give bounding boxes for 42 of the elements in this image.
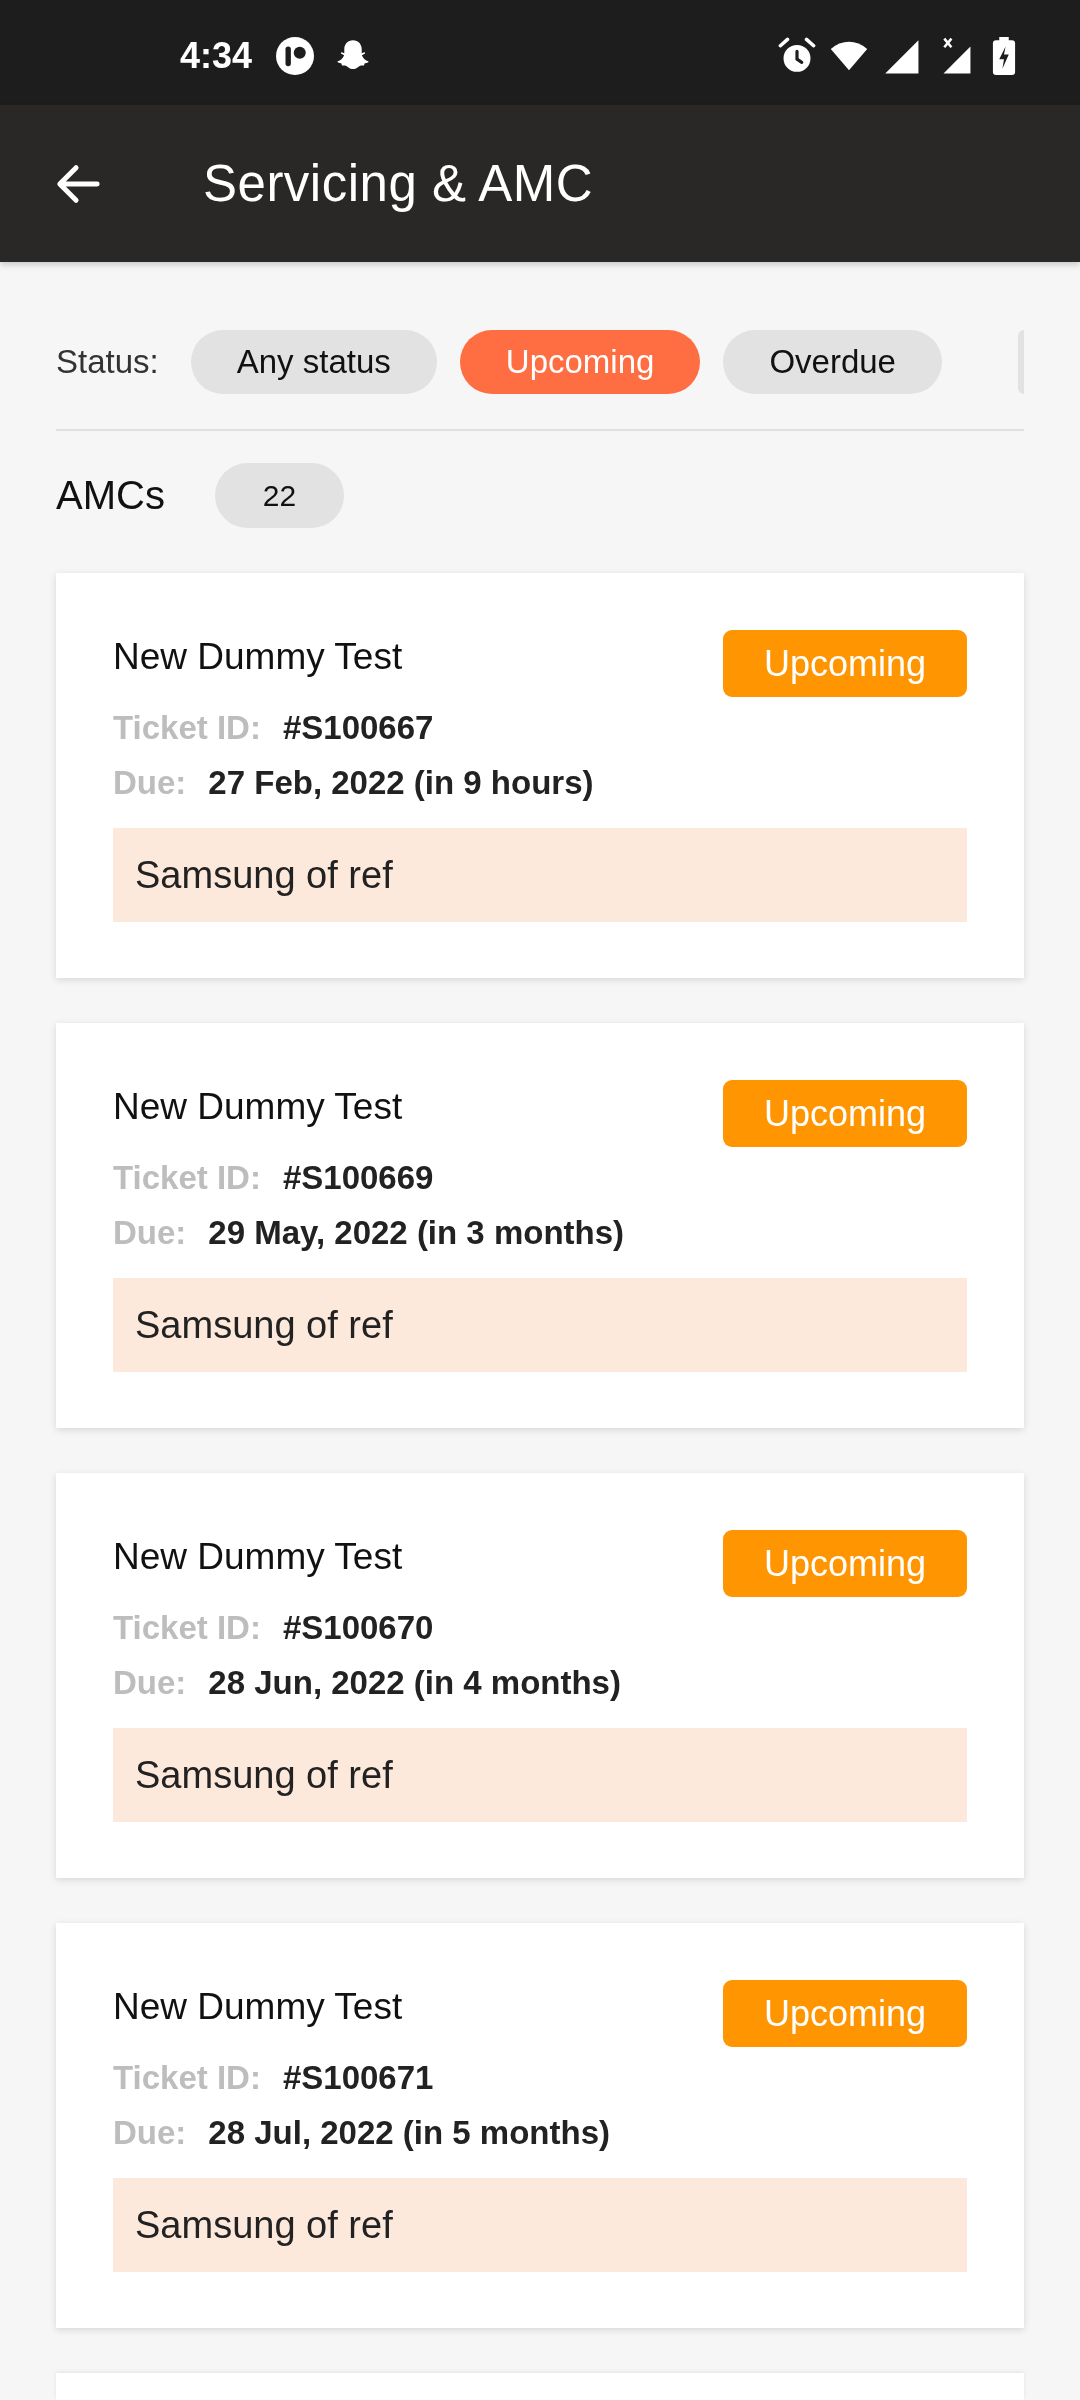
ticket-id-label: Ticket ID: [113,708,261,747]
status-badge: Upcoming [723,1980,967,2047]
count-pill: 22 [214,463,344,528]
card-title: New Dummy Test [113,1986,403,2028]
note-text: Samsung of ref [135,853,393,897]
ticket-id-value: #S100670 [282,1608,434,1647]
amc-card[interactable]: New Dummy Test Upcoming Ticket ID: #S100667 Due: 27 Feb, 2022 (in 9 hours) Samsung of ref [56,573,1024,978]
due-date-value: 28 Jul, 2022 (in 5 months) [208,2113,610,2152]
note-text: Samsung of ref [135,1753,393,1797]
clock-time: 4:34 [180,34,253,77]
card-title: New Dummy Test [113,636,403,678]
due-label: Due: [113,1663,187,1702]
ticket-id-value: #S100667 [282,708,434,747]
due-label: Due: [113,2113,187,2152]
status-filter-chip[interactable]: Any status [190,330,437,394]
ticket-id-label: Ticket ID: [113,1158,261,1197]
ticket-id-label: Ticket ID: [113,2058,261,2097]
circle-logo-icon [276,36,315,75]
due-label: Due: [113,1213,187,1252]
amc-card[interactable]: New Dummy Test Upcoming Ticket ID: #S100670 Due: 28 Jun, 2022 (in 4 months) Samsung of ref [56,1473,1024,1878]
section-title: AMCs [56,473,165,518]
due-label: Due: [113,763,187,802]
ticket-id-value: #S100671 [282,2058,434,2097]
card-title: New Dummy Test [113,1536,403,1578]
ticket-id-label: Ticket ID: [113,1608,261,1647]
status-filter-chip[interactable]: Overdue [723,330,942,394]
due-date-value: 27 Feb, 2022 (in 9 hours) [208,763,594,802]
status-badge: Upcoming [723,1530,967,1597]
screen-title: Servicing & AMC [203,154,594,213]
due-date-value: 29 May, 2022 (in 3 months) [208,1213,625,1252]
alarm-clock-icon [778,36,816,75]
note-text: Samsung of ref [135,2203,393,2247]
status-badge: Upcoming [723,630,967,697]
battery-charging-icon [992,36,1016,75]
amc-card[interactable]: New Dummy Test Upcoming Ticket ID: #S100671 Due: 28 Jul, 2022 (in 5 months) Samsung of ref [56,1923,1024,2328]
status-badge: Upcoming [723,1080,967,1147]
status-filter-label: Status: [56,343,159,381]
ticket-id-value: #S100669 [282,1158,434,1197]
amc-card[interactable]: New Dummy Test Upcoming Ticket ID: #S100669 Due: 29 May, 2022 (in 3 months) Samsung of ref [56,1023,1024,1428]
due-date-value: 28 Jun, 2022 (in 4 months) [208,1663,621,1702]
note-text: Samsung of ref [135,1303,393,1347]
card-title: New Dummy Test [113,1086,403,1128]
